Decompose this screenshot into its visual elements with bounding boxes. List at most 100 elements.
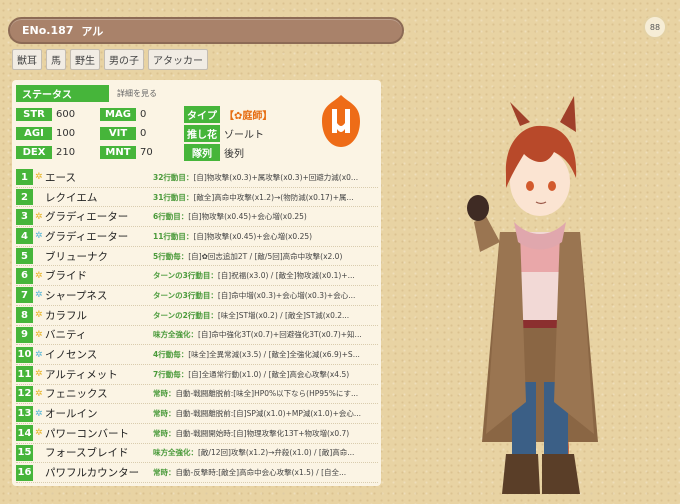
skill-condition: 味方全強化： xyxy=(153,330,198,340)
skill-condition: ターンの2行動目： xyxy=(153,310,218,320)
skill-description: ターンの2行動目：[味全]ST増(x0.2) / [敵全]ST減(x0.2... xyxy=(153,310,378,321)
star-icon: ✲ xyxy=(35,172,43,183)
skill-row[interactable]: 12 ✲ フェニックス 常時：自動-戦闘離脱前:[味全]HP0%以下なら(HP95%に… xyxy=(16,385,378,405)
skill-description: 11行動目：[自]物攻撃(x0.45)+会心増(x0.25) xyxy=(153,231,378,242)
skill-row[interactable]: 4 ✲ グラディエーター 11行動目：[自]物攻撃(x0.45)+会心増(x0.25) xyxy=(16,227,378,247)
stat-value-mag: 0 xyxy=(140,109,147,120)
skill-list: 1 ✲ エース 32行動目：[自]物攻撃(x0.3)+属攻撃(x0.3)+回避力減(x… xyxy=(16,168,378,483)
skill-description: 7行動毎：[自]全通常行動(x1.0) / [敵全]高会心攻撃(x4.5) xyxy=(153,369,378,380)
skill-condition: 常時： xyxy=(153,389,176,399)
row-label: 隊列 xyxy=(184,144,220,161)
skill-row[interactable]: 13 ✲ オールイン 常時：自動-戦闘離脱前:[自]SP減(x1.0)+MP減(x1.… xyxy=(16,404,378,424)
skill-number: 10 xyxy=(16,346,33,363)
skill-number: 13 xyxy=(16,405,33,422)
skill-description: 常時：自動-戦闘開始時:[自]物理攻撃化13T+物攻増(x0.7) xyxy=(153,428,378,439)
skill-number: 12 xyxy=(16,385,33,402)
stat-value-agi: 100 xyxy=(56,128,76,139)
skill-effect: 自動-戦闘離脱前:[自]SP減(x1.0)+MP減(x1.0)+会心... xyxy=(175,409,362,419)
star-icon: ✲ xyxy=(35,408,43,419)
skill-number: 9 xyxy=(16,326,33,343)
skill-description: 常時：自動-反撃時:[敵全]高命中会心攻撃(x1.5) / [自全... xyxy=(153,467,378,478)
skill-name: バニティ xyxy=(45,329,87,342)
skill-row[interactable]: 1 ✲ エース 32行動目：[自]物攻撃(x0.3)+属攻撃(x0.3)+回避力減(x… xyxy=(16,168,378,188)
skill-effect: [自]祝福(x3.0) / [敵全]物攻減(x0.1)+... xyxy=(217,271,355,281)
skill-name: ブライド xyxy=(45,270,87,283)
skill-number: 6 xyxy=(16,267,33,284)
stat-value-mnt: 70 xyxy=(140,147,153,158)
status-panel: ステータス 詳細を見る STR 600 MAG 0 タイプ 【✿庭師】 AGI … xyxy=(12,80,381,486)
character-title-bar: ENo.187 アル xyxy=(8,17,404,44)
star-icon: ✲ xyxy=(35,329,43,340)
skill-description: 5行動毎：[自]✿回志追加2T / [敵/5回]高命中攻撃(x2.0) xyxy=(153,251,378,262)
skill-row[interactable]: 2 レクイエム 31行動目：[敵全]高命中攻撃(x1.2)→(物防減(x0.17)+… xyxy=(16,188,378,208)
stat-label-mnt: MNT xyxy=(100,146,136,159)
star-icon: ✲ xyxy=(35,290,43,301)
stat-value-vit: 0 xyxy=(140,128,147,139)
skill-description: ターンの3行動目：[自]祝福(x3.0) / [敵全]物攻減(x0.1)+... xyxy=(153,270,378,281)
skill-effect: [自]全通常行動(x1.0) / [敵全]高会心攻撃(x4.5) xyxy=(188,369,350,379)
skill-number: 7 xyxy=(16,287,33,304)
stat-row-2: AGI 100 VIT 0 推し花 ゾールト xyxy=(16,125,264,142)
skill-row[interactable]: 9 ✲ バニティ 味方全強化：[自]命中強化3T(x0.7)+回避強化3T(x0.7)… xyxy=(16,326,378,346)
skill-condition: 7行動毎： xyxy=(153,369,189,379)
skill-number: 11 xyxy=(16,366,33,383)
skill-row[interactable]: 11 ✲ アルティメット 7行動毎：[自]全通常行動(x1.0) / [敵全]高会心攻… xyxy=(16,365,378,385)
skill-row[interactable]: 16 パワフルカウンター 常時：自動-反撃時:[敵全]高命中会心攻撃(x1.5) /… xyxy=(16,463,378,483)
skill-description: 味方全強化：[自]命中強化3T(x0.7)+回避強化3T(x0.7)+知... xyxy=(153,329,378,340)
skill-effect: [自]命中増(x0.3)+会心増(x0.3)+会心... xyxy=(217,290,356,300)
stat-label-str: STR xyxy=(16,108,52,121)
skill-effect: [自]物攻撃(x0.45)+会心増(x0.25) xyxy=(188,212,307,222)
skill-name: アルティメット xyxy=(45,368,118,381)
skill-row[interactable]: 10 ✲ イノセンス 4行動毎：[味全]全異常減(x3.5) / [敵全]全強化減(x… xyxy=(16,345,378,365)
badge-counter: 88 xyxy=(643,15,667,39)
skill-number: 5 xyxy=(16,248,33,265)
stat-row-1: STR 600 MAG 0 タイプ 【✿庭師】 xyxy=(16,106,272,123)
detail-link[interactable]: 詳細を見る xyxy=(117,88,157,99)
skill-row[interactable]: 7 ✲ シャープネス ターンの3行動目：[自]命中増(x0.3)+会心増(x0.3)+… xyxy=(16,286,378,306)
skill-effect: [敵/12回]攻撃(x1.2)→弁殺(x1.0) / [敵]高命... xyxy=(198,448,355,458)
star-icon: ✲ xyxy=(35,428,43,439)
skill-number: 4 xyxy=(16,228,33,245)
skill-description: 常時：自動-戦闘離脱前:[味全]HP0%以下なら(HP95%にす... xyxy=(153,388,378,399)
skill-row[interactable]: 8 ✲ カラフル ターンの2行動目：[味全]ST増(x0.2) / [敵全]ST減(x… xyxy=(16,306,378,326)
tag-item[interactable]: 野生 xyxy=(70,49,100,70)
skill-number: 2 xyxy=(16,189,33,206)
skill-name: フォースブレイド xyxy=(45,447,129,460)
skill-condition: 常時： xyxy=(153,409,176,419)
stat-row-3: DEX 210 MNT 70 隊列 後列 xyxy=(16,144,244,161)
skill-name: オールイン xyxy=(45,408,98,421)
skill-row[interactable]: 14 ✲ パワーコンバート 常時：自動-戦闘開始時:[自]物理攻撃化13T+物攻増(x… xyxy=(16,424,378,444)
skill-row[interactable]: 15 フォースブレイド 味方全強化：[敵/12回]攻撃(x1.2)→弁殺(x1.0)… xyxy=(16,444,378,464)
skill-name: グラディエーター xyxy=(45,230,129,243)
skill-number: 3 xyxy=(16,208,33,225)
skill-condition: 31行動目： xyxy=(153,192,194,202)
status-header: ステータス 詳細を見る xyxy=(16,85,157,102)
status-header-label: ステータス xyxy=(16,85,109,102)
skill-description: ターンの3行動目：[自]命中増(x0.3)+会心増(x0.3)+会心... xyxy=(153,290,378,301)
tag-item[interactable]: 馬 xyxy=(46,49,66,70)
star-icon: ✲ xyxy=(35,388,43,399)
flower-label: 推し花 xyxy=(184,125,220,142)
skill-condition: 5行動毎： xyxy=(153,251,189,261)
skill-effect: [味全]ST増(x0.2) / [敵全]ST減(x0.2... xyxy=(217,310,350,320)
skill-name: パワフルカウンター xyxy=(45,467,140,480)
skill-description: 味方全強化：[敵/12回]攻撃(x1.2)→弁殺(x1.0) / [敵]高命..… xyxy=(153,447,378,458)
skill-row[interactable]: 3 ✲ グラディエーター 6行動目：[自]物攻撃(x0.45)+会心増(x0.25) xyxy=(16,207,378,228)
skill-condition: 常時： xyxy=(153,428,176,438)
skill-condition: 6行動目： xyxy=(153,212,189,222)
skill-condition: 32行動目： xyxy=(153,172,194,182)
stat-label-vit: VIT xyxy=(100,127,136,140)
tag-item[interactable]: 男の子 xyxy=(104,49,144,70)
skill-effect: [自]物攻撃(x0.3)+属攻撃(x0.3)+回避力減(x0... xyxy=(193,172,359,182)
skill-number: 1 xyxy=(16,169,33,186)
skill-condition: ターンの3行動目： xyxy=(153,290,218,300)
skill-number: 15 xyxy=(16,444,33,461)
tag-item[interactable]: アタッカー xyxy=(148,49,208,70)
skill-name: エース xyxy=(45,171,76,184)
skill-number: 14 xyxy=(16,425,33,442)
skill-row[interactable]: 6 ✲ ブライド ターンの3行動目：[自]祝福(x3.0) / [敵全]物攻減(x0.… xyxy=(16,266,378,287)
star-icon: ✲ xyxy=(35,270,43,281)
character-name: アル xyxy=(81,24,104,38)
tag-item[interactable]: 獣耳 xyxy=(12,49,42,70)
skill-row[interactable]: 5 ブリューナク 5行動毎：[自]✿回志追加2T / [敵/5回]高命中攻撃(x2.… xyxy=(16,247,378,267)
